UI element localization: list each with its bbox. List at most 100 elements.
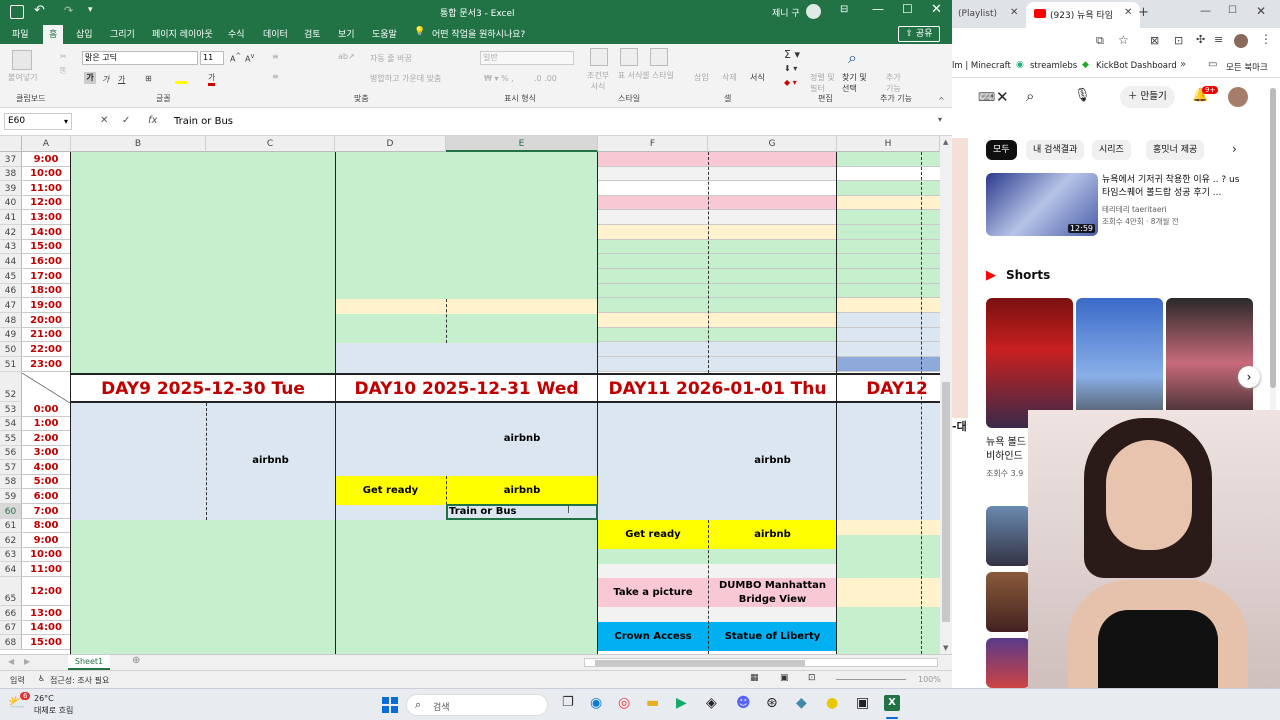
undo-button[interactable]: ↶ (34, 3, 45, 18)
time-cell-68[interactable]: 15:00 (22, 635, 71, 650)
row-header-44[interactable]: 44 (0, 254, 22, 269)
row-header-52[interactable]: 52 (0, 372, 22, 402)
video-thumbnail[interactable]: 12:59 (986, 173, 1098, 236)
time-cell-53[interactable]: 0:00 (22, 402, 71, 417)
sort-filter-button[interactable]: 정렬 및 필터 (810, 72, 840, 94)
chip-sponsor[interactable]: 홍밋너 제공 (1146, 140, 1205, 160)
h-top-cell-48[interactable] (837, 313, 940, 328)
scroll-down-icon[interactable]: ▼ (943, 644, 948, 652)
vertical-scrollbar[interactable]: ▲ ▼ (940, 136, 952, 654)
bookmark-minecraft[interactable]: lm | Minecraft (952, 61, 1011, 71)
f-top-cell-39[interactable] (598, 181, 837, 196)
horizontal-scrollbar[interactable] (584, 658, 938, 667)
maximize-button[interactable]: ☐ (902, 2, 913, 16)
fill-color-icon[interactable] (175, 74, 187, 84)
f-top-cell-44[interactable] (598, 254, 837, 269)
task-view-icon[interactable]: ❐ (562, 695, 574, 710)
expand-formula-icon[interactable]: ▾ (938, 115, 942, 124)
autosum-icon[interactable]: Σ ▾ (784, 48, 800, 61)
row-header-43[interactable]: 43 (0, 240, 22, 254)
chip-all[interactable]: 모두 (986, 140, 1017, 160)
h-top-cell-42[interactable] (837, 225, 940, 240)
ribbon-display-icon[interactable]: ⊟ (840, 4, 848, 15)
tab-draw[interactable]: 그리기 (110, 27, 135, 40)
select-all-corner[interactable] (0, 136, 22, 152)
row-header-54[interactable]: 54 (0, 417, 22, 431)
row-header-62[interactable]: 62 (0, 533, 22, 548)
clear-search-icon[interactable]: ✕ (996, 88, 1009, 106)
formula-input[interactable]: Train or Bus (174, 116, 233, 127)
row-header-58[interactable]: 58 (0, 475, 22, 489)
chips-next-icon[interactable]: › (1232, 142, 1237, 156)
cell-e58[interactable]: airbnb (446, 476, 598, 505)
browser-close-icon[interactable]: ✕ (1256, 4, 1266, 18)
close-button[interactable]: ✕ (931, 2, 942, 17)
bookmark-streamlabs[interactable]: streamlebs (1030, 61, 1077, 71)
format-as-table-icon[interactable] (620, 48, 638, 66)
time-cell-42[interactable]: 14:00 (22, 225, 71, 240)
browser-tab-playlist[interactable]: (Playlist) (958, 9, 997, 19)
time-cell-65[interactable]: 12:00 (22, 577, 71, 606)
time-cell-50[interactable]: 22:00 (22, 342, 71, 357)
merge-center-button[interactable]: 병합하고 가운데 맞춤 (370, 73, 441, 84)
cell-f61[interactable]: Get ready (598, 520, 708, 549)
create-button[interactable]: ＋ 만들기 (1120, 86, 1175, 108)
wrap-text-button[interactable]: 자동 줄 바꿈 (370, 53, 412, 64)
enter-formula-icon[interactable]: ✓ (122, 115, 130, 126)
f-top-cell-48[interactable] (598, 313, 837, 328)
time-cell-43[interactable]: 15:00 (22, 240, 71, 254)
status-accessibility[interactable]: 접근성: 조사 필요 (50, 675, 109, 686)
h-top-cell-46[interactable] (837, 284, 940, 298)
h-top-cell-37[interactable] (837, 152, 940, 167)
row-header-46[interactable]: 46 (0, 284, 22, 298)
col-header-c[interactable]: C (206, 136, 335, 152)
h-top-cell-47[interactable] (837, 298, 940, 313)
tab-home[interactable]: 홈 (43, 25, 64, 44)
col-header-f[interactable]: F (598, 136, 708, 152)
decimal-icon[interactable]: .0 .00 (534, 74, 557, 83)
row-header-65[interactable]: 65 (0, 577, 22, 606)
f-top-cell-43[interactable] (598, 240, 837, 254)
conditional-format-button[interactable]: 조건부 서식 (585, 70, 611, 92)
shorts-title[interactable]: 뉴욕 볼드 비하인드 (986, 436, 1030, 464)
page-scroll-thumb[interactable] (1270, 88, 1276, 388)
time-cell-67[interactable]: 14:00 (22, 621, 71, 635)
spreadsheet-grid[interactable]: A B C D E F G H 37 9:00 38 10:00 39 11:0… (0, 136, 940, 654)
row-header-55[interactable]: 55 (0, 431, 22, 446)
close-active-tab-icon[interactable]: ✕ (1124, 7, 1132, 18)
weather-desc[interactable]: 대체로 흐림 (34, 705, 73, 716)
font-color-icon[interactable]: 가 (208, 72, 216, 86)
row-header-42[interactable]: 42 (0, 225, 22, 240)
cell-d58[interactable]: Get ready (335, 476, 446, 505)
cell-g61[interactable]: airbnb (708, 520, 837, 549)
cell-g65[interactable]: DUMBO Manhattan Bridge View (708, 578, 837, 607)
time-cell-63[interactable]: 10:00 (22, 548, 71, 562)
shorts-next-button[interactable]: › (1238, 366, 1260, 388)
profile-avatar[interactable] (1234, 34, 1248, 48)
cell-f67[interactable]: Crown Access (598, 622, 708, 651)
time-cell-66[interactable]: 13:00 (22, 606, 71, 621)
time-cell-54[interactable]: 1:00 (22, 417, 71, 431)
video-title[interactable]: 뉴욕에서 기저귀 착용한 이유 .. ? us 타임스퀘어 볼드랍 성공 후기 … (1102, 174, 1242, 200)
f-top-cell-40[interactable] (598, 196, 837, 210)
horizontal-scroll-thumb[interactable] (595, 660, 805, 666)
row-header-47[interactable]: 47 (0, 298, 22, 313)
taskbar-search[interactable]: ⌕ 검색 (406, 694, 548, 716)
browser-minimize-icon[interactable]: — (1200, 4, 1211, 17)
short-thumbnail-5[interactable] (986, 572, 1030, 632)
account-avatar[interactable] (1228, 87, 1248, 107)
start-button[interactable] (382, 697, 398, 713)
f-top-cell-38[interactable] (598, 167, 837, 181)
row-header-63[interactable]: 63 (0, 548, 22, 562)
time-cell-64[interactable]: 11:00 (22, 562, 71, 577)
puzzle-icon[interactable]: ✣ (1196, 33, 1205, 46)
add-sheet-icon[interactable]: ⊕ (132, 655, 140, 666)
row-header-59[interactable]: 59 (0, 489, 22, 504)
sheet-next-icon[interactable]: ▶ (24, 657, 30, 666)
row-header-48[interactable]: 48 (0, 313, 22, 328)
time-cell-60[interactable]: 7:00 (22, 504, 71, 519)
f-top-cell-41[interactable] (598, 210, 837, 225)
name-box[interactable]: E60 ▾ (4, 113, 72, 130)
app-icon-4[interactable]: ▣ (856, 695, 869, 711)
time-cell-39[interactable]: 11:00 (22, 181, 71, 196)
